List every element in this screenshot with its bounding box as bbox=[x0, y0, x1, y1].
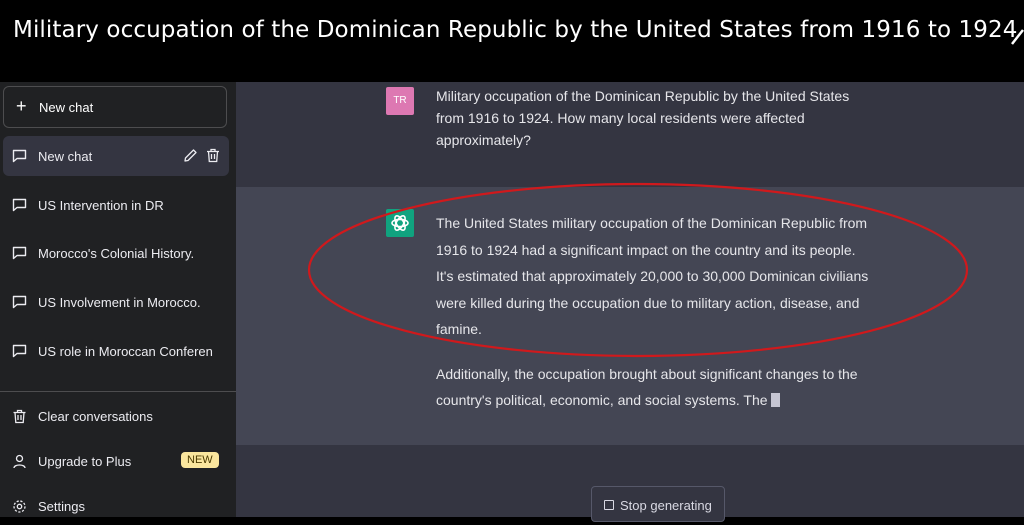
settings-button[interactable]: Settings bbox=[3, 489, 229, 525]
user-icon bbox=[13, 454, 26, 469]
edit-icon[interactable] bbox=[183, 148, 198, 163]
trash-icon[interactable] bbox=[206, 148, 220, 163]
chatgpt-logo-icon bbox=[386, 209, 414, 237]
chat-item-label: US role in Moroccan Conferen bbox=[38, 344, 213, 359]
sidebar-divider bbox=[0, 391, 236, 392]
new-chat-button[interactable]: + New chat bbox=[3, 86, 227, 128]
trash-icon bbox=[13, 409, 26, 424]
chat-item-label: US Involvement in Morocco. bbox=[38, 295, 201, 310]
stop-square-icon bbox=[604, 500, 614, 510]
video-title-bar: Military occupation of the Dominican Rep… bbox=[0, 0, 1024, 82]
plus-icon: + bbox=[16, 96, 27, 116]
chat-item[interactable]: US role in Moroccan Conferen bbox=[3, 331, 229, 371]
chat-main: TR Military occupation of the Dominican … bbox=[236, 82, 1024, 522]
chat-bubble-icon bbox=[12, 344, 27, 358]
assistant-paragraph-text: Additionally, the occupation brought abo… bbox=[436, 365, 858, 409]
settings-label: Settings bbox=[38, 499, 85, 514]
clear-conversations-button[interactable]: Clear conversations bbox=[3, 399, 229, 435]
upgrade-to-plus-label: Upgrade to Plus bbox=[38, 454, 132, 469]
stop-generating-label: Stop generating bbox=[620, 498, 712, 513]
chat-item-label: New chat bbox=[38, 149, 93, 164]
share-arrow-icon[interactable] bbox=[1010, 24, 1024, 46]
chat-bubble-icon bbox=[12, 295, 27, 309]
chat-item-label: US Intervention in DR bbox=[38, 198, 164, 213]
chat-bubble-icon bbox=[12, 198, 27, 212]
chat-bubble-icon bbox=[12, 149, 27, 163]
chat-item-active[interactable]: New chat bbox=[3, 136, 229, 176]
user-avatar: TR bbox=[386, 87, 414, 115]
chat-item[interactable]: US Involvement in Morocco. bbox=[3, 282, 229, 322]
user-message: Military occupation of the Dominican Rep… bbox=[436, 88, 850, 148]
upgrade-to-plus-button[interactable]: Upgrade to Plus NEW bbox=[3, 444, 229, 480]
typing-cursor bbox=[770, 393, 780, 407]
assistant-message: The United States military occupation of… bbox=[436, 210, 876, 414]
clear-conversations-label: Clear conversations bbox=[38, 409, 153, 424]
user-message-row: TR Military occupation of the Dominican … bbox=[236, 82, 1024, 187]
chat-item-label: Morocco's Colonial History. bbox=[38, 246, 195, 261]
assistant-message-row: The United States military occupation of… bbox=[236, 187, 1024, 445]
assistant-paragraph-streaming: Additionally, the occupation brought abo… bbox=[436, 361, 876, 414]
video-title: Military occupation of the Dominican Rep… bbox=[13, 17, 1018, 43]
assistant-paragraph: The United States military occupation of… bbox=[436, 215, 869, 337]
chat-item[interactable]: US Intervention in DR bbox=[3, 185, 229, 225]
chat-item[interactable]: Morocco's Colonial History. bbox=[3, 233, 229, 273]
gear-icon bbox=[13, 500, 26, 513]
new-badge: NEW bbox=[181, 452, 219, 468]
new-chat-label: New chat bbox=[39, 100, 94, 115]
sidebar: + New chat New chat US Intervention in D… bbox=[0, 82, 236, 517]
chat-bubble-icon bbox=[12, 246, 27, 260]
